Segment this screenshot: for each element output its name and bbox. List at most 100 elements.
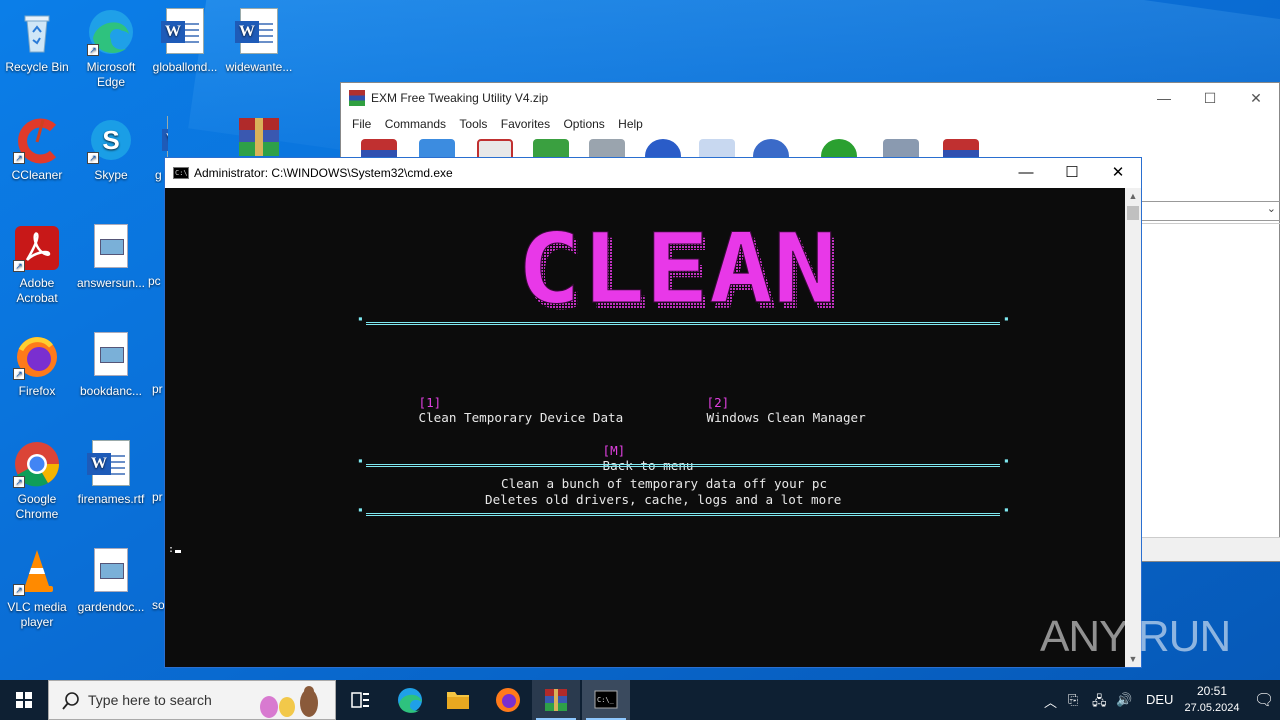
start-button[interactable]	[0, 680, 48, 720]
taskbar-search-box[interactable]: Type here to search	[48, 680, 336, 720]
cmd-titlebar[interactable]: C:\ Administrator: C:\WINDOWS\System32\c…	[165, 158, 1141, 188]
shortcut-arrow-icon: ↗	[13, 260, 25, 272]
command-prompt-icon: C:\_	[594, 690, 618, 709]
file-list-pane	[1141, 223, 1280, 535]
minimize-button[interactable]: —	[1141, 83, 1187, 113]
back-key: [M]	[602, 443, 626, 458]
desktop-icon-vlc[interactable]: ↗ VLC media player	[0, 548, 74, 630]
ccleaner-icon: ↗	[13, 116, 61, 164]
desktop-icon-label: widewante...	[225, 60, 293, 74]
desktop-icon-firefox[interactable]: ↗ Firefox	[0, 332, 74, 399]
taskbar-edge[interactable]	[386, 680, 434, 720]
task-view-button[interactable]	[336, 680, 384, 720]
maximize-button[interactable]: ☐	[1049, 158, 1095, 188]
close-button[interactable]: ✕	[1095, 158, 1141, 188]
desktop-icon-label: Firefox	[18, 384, 56, 398]
svg-text:S: S	[102, 125, 119, 155]
desktop-icon-globallond[interactable]: W globallond...	[148, 8, 222, 75]
separator-line: ▪ ▪	[358, 314, 1009, 325]
task-view-icon	[351, 692, 369, 708]
shortcut-arrow-icon: ↗	[13, 584, 25, 596]
menu-file[interactable]: File	[347, 113, 376, 135]
desktop-icon-label: CCleaner	[11, 168, 63, 182]
console-scrollbar[interactable]: ▲ ▼	[1125, 188, 1141, 667]
maximize-button[interactable]: ☐	[1187, 83, 1233, 113]
desktop-icon-label: answersun...	[76, 276, 146, 290]
path-dropdown[interactable]: ⌄	[1141, 201, 1280, 221]
shortcut-arrow-icon: ↗	[13, 152, 25, 164]
desktop-icon-label: gardendoc...	[77, 600, 145, 614]
clock-date[interactable]: 27.05.2024	[1172, 702, 1252, 714]
image-file-icon	[87, 224, 135, 272]
status-bar	[1141, 537, 1280, 561]
cmd-app-icon: C:\	[173, 167, 189, 179]
winrar-icon	[545, 689, 567, 711]
svg-text:CLEAN: CLEAN	[517, 216, 837, 316]
word-document-icon: W	[87, 440, 135, 488]
firefox-icon	[496, 688, 520, 712]
svg-text:C:\_: C:\_	[597, 696, 615, 704]
desktop-icon-label: bookdanc...	[79, 384, 143, 398]
desktop-icon-recycle-bin[interactable]: Recycle Bin	[0, 8, 74, 75]
chrome-icon: ↗	[13, 440, 61, 488]
clock-time[interactable]: 20:51	[1182, 684, 1242, 698]
anyrun-watermark: ANY RUN	[1040, 612, 1231, 661]
scroll-up-arrow-icon[interactable]: ▲	[1125, 188, 1141, 204]
taskbar: Type here to search C:\_ ︿ ⎘ 🖧 🔊 DEU 20:…	[0, 680, 1280, 720]
option-1-label: Clean Temporary Device Data	[418, 410, 624, 425]
close-button[interactable]: ✕	[1233, 83, 1279, 113]
minimize-button[interactable]: —	[1003, 158, 1049, 188]
desktop-icon-label: Google Chrome	[15, 492, 59, 521]
winrar-menubar: File Commands Tools Favorites Options He…	[341, 113, 1279, 135]
menu-commands[interactable]: Commands	[380, 113, 451, 135]
desktop-icon-ccleaner[interactable]: ↗ CCleaner	[0, 116, 74, 183]
vlc-cone-icon: ↗	[13, 548, 61, 596]
taskbar-winrar[interactable]	[532, 680, 580, 720]
image-file-icon	[87, 548, 135, 596]
console-output[interactable]: CLEAN CLEAN ▪ ▪ [1] Clean Temporary Devic…	[165, 188, 1125, 667]
cmd-title: Administrator: C:\WINDOWS\System32\cmd.e…	[194, 166, 453, 180]
menu-tools[interactable]: Tools	[454, 113, 492, 135]
option-2-label: Windows Clean Manager	[706, 410, 866, 425]
description-line-1: Clean a bunch of temporary data off your…	[501, 476, 828, 491]
taskbar-cmd[interactable]: C:\_	[582, 680, 630, 720]
windows-logo-icon	[16, 692, 32, 708]
option-1-key: [1]	[418, 395, 442, 410]
desktop-icon-google-chrome[interactable]: ↗ Google Chrome	[0, 440, 74, 522]
desktop-icon-gardendoc[interactable]: gardendoc...	[74, 548, 148, 615]
word-document-icon: W	[235, 8, 283, 56]
desktop-icon-widewante[interactable]: W widewante...	[222, 8, 296, 75]
image-file-icon	[87, 332, 135, 380]
menu-options[interactable]: Options	[558, 113, 609, 135]
folder-icon	[447, 692, 469, 709]
notification-icon[interactable]: 🗨	[1254, 690, 1274, 710]
taskbar-firefox[interactable]	[484, 680, 532, 720]
desktop-icon-edge[interactable]: ↗ Microsoft Edge	[74, 8, 148, 90]
desktop-icon-firenames[interactable]: W firenames.rtf	[74, 440, 148, 507]
desktop-icon-bookdanc[interactable]: bookdanc...	[74, 332, 148, 399]
network-icon[interactable]: 🖧	[1092, 692, 1107, 714]
scroll-thumb[interactable]	[1127, 206, 1139, 220]
option-2-key: [2]	[706, 395, 730, 410]
desktop-icon-label: Microsoft Edge	[86, 60, 136, 89]
winrar-title: EXM Free Tweaking Utility V4.zip	[371, 91, 549, 105]
easter-eggs-illustration-icon	[260, 686, 318, 718]
menu-help[interactable]: Help	[613, 113, 648, 135]
cmd-window: C:\ Administrator: C:\WINDOWS\System32\c…	[164, 157, 1142, 668]
menu-favorites[interactable]: Favorites	[496, 113, 555, 135]
separator-line: ▪ ▪	[358, 505, 1009, 516]
taskbar-file-explorer[interactable]	[434, 680, 482, 720]
winrar-titlebar[interactable]: EXM Free Tweaking Utility V4.zip — ☐ ✕	[341, 83, 1279, 113]
volume-icon[interactable]: 🔊	[1116, 692, 1132, 708]
chevron-up-icon[interactable]: ︿	[1044, 692, 1057, 711]
shortcut-arrow-icon: ↗	[13, 368, 25, 380]
search-placeholder: Type here to search	[88, 692, 212, 708]
desktop-icon-adobe-acrobat[interactable]: ↗ Adobe Acrobat	[0, 224, 74, 306]
desktop-icon-label: globallond...	[152, 60, 218, 74]
network-adapter-icon[interactable]: ⎘	[1068, 692, 1078, 708]
desktop-icon-skype[interactable]: S ↗ Skype	[74, 116, 148, 183]
desktop-icon-answersun[interactable]: answersun...	[74, 224, 148, 291]
system-tray: ︿ ⎘ 🖧 🔊 DEU 20:51 27.05.2024 🗨	[1030, 680, 1280, 720]
input-language[interactable]: DEU	[1146, 692, 1173, 707]
winrar-app-icon	[349, 90, 365, 106]
